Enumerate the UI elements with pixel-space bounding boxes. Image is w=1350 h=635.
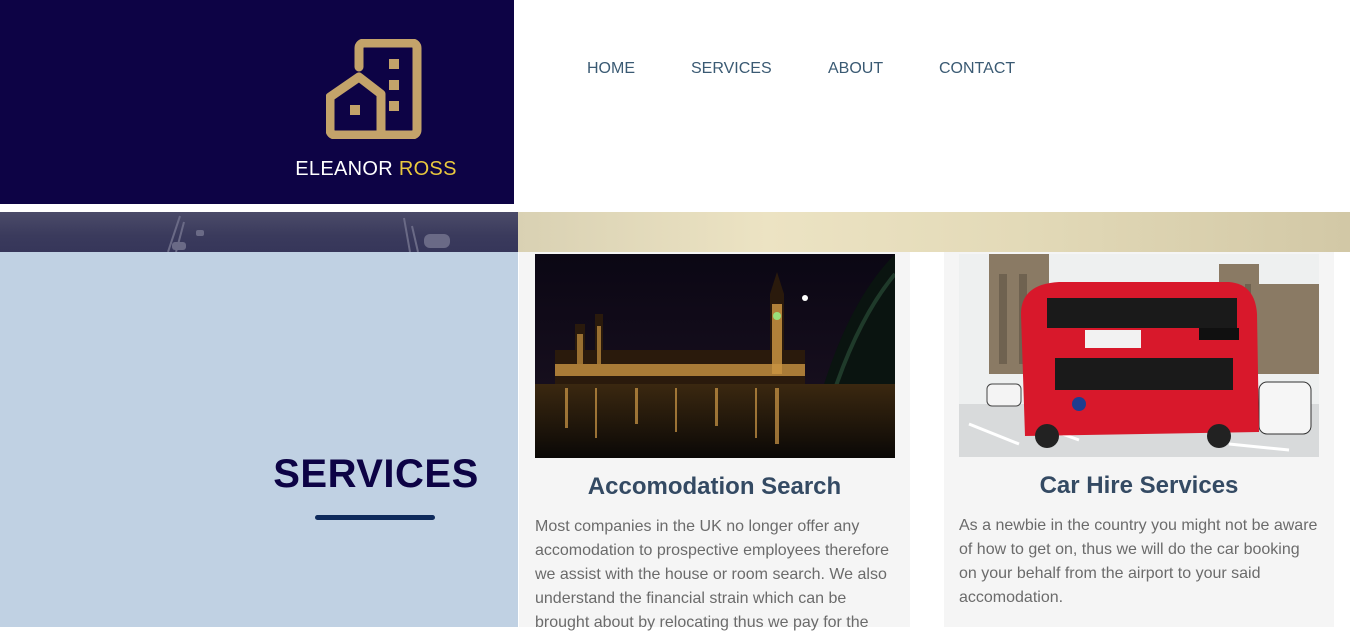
card-text-accomodation: Most companies in the UK no longer offer… — [535, 518, 889, 631]
services-underline — [315, 515, 435, 520]
service-card-accomodation: Accomodation Search Most companies in th… — [519, 252, 910, 631]
nav-home[interactable]: HOME — [587, 60, 635, 78]
card-title-accomodation: Accomodation Search — [587, 473, 842, 500]
brand-name: ELEANOR ROSS — [0, 158, 752, 181]
card-title-car-hire: Car Hire Services — [1039, 472, 1239, 499]
brand-first-name: ELEANOR — [295, 158, 393, 180]
nav-contact[interactable]: CONTACT — [939, 60, 1015, 78]
red-double-decker-bus-photo — [959, 254, 1319, 457]
nav-services[interactable]: SERVICES — [691, 60, 772, 78]
hero-image-right — [518, 212, 1350, 252]
card-text-car-hire: As a newbie in the country you might not… — [959, 517, 1318, 606]
hero-image-left — [0, 212, 518, 252]
night-westminster-photo — [535, 254, 895, 458]
brand-block: ELEANOR ROSS — [0, 0, 514, 204]
service-card-car-hire: Car Hire Services As a newbie in the cou… — [944, 252, 1334, 627]
london-eye-silhouette — [167, 215, 450, 252]
services-panel — [0, 252, 518, 627]
brand-last-name: ROSS — [398, 158, 457, 180]
nav-about[interactable]: ABOUT — [828, 60, 883, 78]
building-house-icon — [326, 39, 422, 139]
